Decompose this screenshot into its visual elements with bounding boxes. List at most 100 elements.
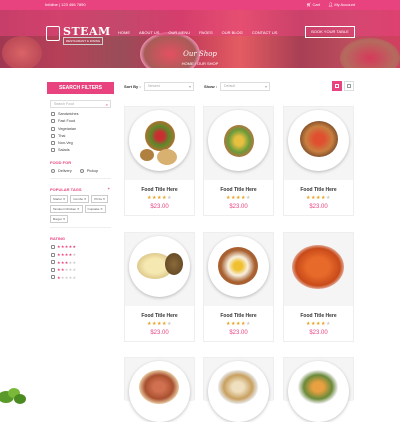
product-image[interactable] (125, 107, 194, 180)
nav-home[interactable]: HOME (118, 30, 130, 35)
category-sandwiches[interactable]: Sandwiches (51, 112, 110, 116)
divider (50, 227, 111, 229)
checkbox[interactable] (51, 141, 55, 146)
product-image[interactable] (284, 107, 353, 180)
decorative-greens (0, 385, 40, 405)
nav-blog[interactable]: OUR BLOG (222, 30, 243, 35)
radio[interactable] (51, 169, 55, 174)
product-price: $23.00 (229, 330, 248, 336)
food-for-options: Delivery Pickup (51, 168, 114, 174)
brand-logo[interactable]: STEAM RESTAURANT & DINING (46, 25, 110, 45)
shop-toolbar: Sort By : Newest ▾ Show : Default ▾ (124, 81, 354, 93)
checkbox[interactable] (51, 275, 55, 280)
product-card[interactable]: Food Title Here ★★★★★ $23.00 (203, 232, 274, 342)
tag-starter[interactable]: Starter ✕ (50, 195, 69, 204)
rating-title: RATING (50, 236, 66, 242)
product-image[interactable] (284, 233, 353, 306)
product-image[interactable] (125, 358, 194, 422)
product-title[interactable]: Food Title Here (284, 313, 353, 319)
product-rating: ★★★★★ (306, 195, 331, 201)
list-view-icon[interactable] (344, 81, 354, 91)
checkbox[interactable] (51, 133, 55, 138)
category-fast-food[interactable]: Fast Food (51, 119, 110, 124)
product-price: $23.00 (229, 204, 248, 210)
rating-3[interactable]: ★★★★★ (51, 260, 110, 265)
divider (50, 178, 111, 180)
food-side (157, 149, 177, 165)
product-image[interactable] (125, 233, 194, 306)
show-select[interactable]: Default ▾ (220, 82, 270, 91)
tag-cupcake[interactable]: Cupcake ✕ (84, 205, 106, 214)
product-card[interactable]: Food Title Here ★★★★★ $23.00 (283, 232, 354, 342)
account-link[interactable]: 👤︎ My Account (328, 2, 355, 7)
sort-select[interactable]: Newest ▾ (144, 82, 194, 91)
tag-pizza[interactable]: Pizza ✕ (91, 195, 109, 204)
checkbox[interactable] (51, 252, 55, 257)
food-fried-chicken (292, 245, 344, 289)
product-price: $23.00 (150, 330, 169, 336)
product-image[interactable] (204, 107, 273, 180)
checkbox[interactable] (51, 148, 55, 153)
collapse-icon[interactable]: + (108, 186, 110, 191)
product-rating: ★★★★★ (226, 195, 251, 201)
category-vegetarian[interactable]: Vegetarian (51, 126, 110, 131)
search-icon[interactable]: ⌕ (106, 102, 108, 108)
show-label: Show : (204, 84, 218, 89)
top-bar: Infoline | 123 456 7890 🛒︎ Cart 👤︎ My Ac… (0, 0, 400, 10)
product-image[interactable] (204, 358, 273, 422)
product-image[interactable] (204, 233, 273, 306)
hero-banner: STEAM RESTAURANT & DINING HOME ABOUT US … (0, 10, 400, 68)
star-icons: ★★★★★ (57, 252, 77, 258)
product-card[interactable] (283, 357, 354, 422)
product-title[interactable]: Food Title Here (284, 187, 353, 193)
product-card[interactable]: Food Title Here ★★★★★ $23.00 (283, 106, 354, 216)
rating-1[interactable]: ★★★★★ (51, 275, 110, 280)
tag-tandoori-chicken[interactable]: Tandoori Chicken ✕ (50, 205, 83, 214)
nav-menu[interactable]: OUR MENU (168, 30, 190, 35)
tag-burger[interactable]: Burger ✕ (50, 215, 69, 224)
tag-combo[interactable]: Combo ✕ (70, 195, 90, 204)
product-title[interactable]: Food Title Here (125, 187, 194, 193)
food-burger (145, 121, 175, 151)
product-title[interactable]: Food Title Here (125, 313, 194, 319)
breadcrumb: HOME / OUR SHOP (181, 61, 219, 66)
nav-contact[interactable]: CONTACT US (252, 30, 278, 35)
product-card[interactable]: Food Title Here ★★★★★ $23.00 (124, 232, 195, 342)
checkbox[interactable] (51, 267, 55, 272)
star-icons: ★★★★★ (57, 274, 77, 280)
food-main (298, 370, 338, 404)
page-title: Our Shop (183, 50, 217, 58)
product-card[interactable]: Food Title Here ★★★★★ $23.00 (124, 106, 195, 216)
category-non-veg[interactable]: Non-Veg (51, 141, 110, 146)
rating-2[interactable]: ★★★★★ (51, 267, 110, 272)
cart-link[interactable]: 🛒︎ Cart (306, 2, 320, 7)
nav-pages[interactable]: PAGES (199, 30, 213, 35)
food-main (218, 370, 258, 404)
checkbox[interactable] (51, 119, 55, 124)
product-card[interactable]: Food Title Here ★★★★★ $23.00 (203, 106, 274, 216)
product-card[interactable] (124, 357, 195, 422)
star-icons: ★★★★★ (57, 267, 77, 273)
nav-about[interactable]: ABOUT US (139, 30, 159, 35)
product-image[interactable] (284, 358, 353, 422)
product-title[interactable]: Food Title Here (204, 313, 273, 319)
grid-view-icon[interactable] (332, 81, 342, 91)
option-delivery[interactable]: Delivery (51, 169, 72, 174)
food-main (224, 125, 254, 157)
category-salads[interactable]: Salads (51, 148, 110, 153)
food-main (300, 121, 338, 157)
book-table-button[interactable]: BOOK YOUR TABLE (305, 26, 355, 38)
checkbox[interactable] (51, 244, 55, 249)
checkbox[interactable] (51, 112, 55, 116)
radio[interactable] (79, 169, 84, 174)
product-card[interactable] (203, 357, 274, 422)
search-input[interactable]: Search Food ⌕ (50, 100, 111, 108)
rating-4[interactable]: ★★★★★ (51, 252, 110, 257)
product-title[interactable]: Food Title Here (204, 187, 273, 193)
category-thai[interactable]: Thai (51, 133, 110, 138)
checkbox[interactable] (51, 260, 55, 265)
option-pickup[interactable]: Pickup (79, 169, 98, 174)
phone-info: Infoline | 123 456 7890 (45, 2, 86, 7)
checkbox[interactable] (51, 126, 55, 131)
rating-5[interactable]: ★★★★★ (51, 244, 110, 249)
